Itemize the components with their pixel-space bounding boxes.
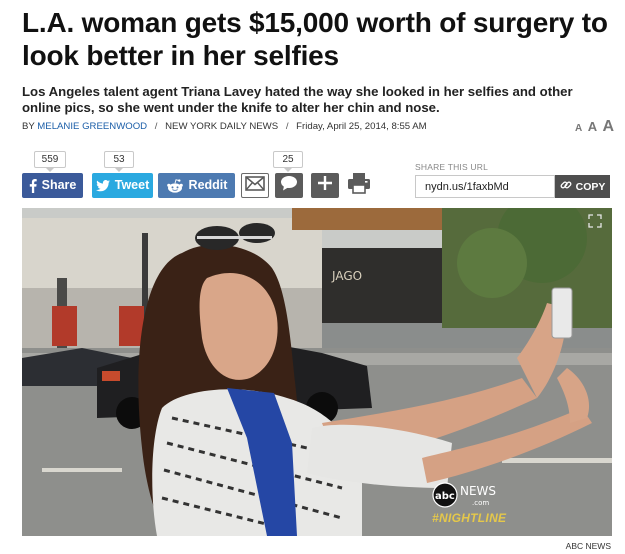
byline: BY MELANIE GREENWOOD / NEW YORK DAILY NE… <box>22 121 427 132</box>
video-frame-illustration: JAGO <box>22 208 612 536</box>
byline-separator: / <box>154 121 158 132</box>
text-size-large[interactable]: A <box>603 118 615 136</box>
twitter-tweet-button[interactable]: Tweet <box>92 173 153 198</box>
twitter-tweet-label: Tweet <box>114 178 150 192</box>
article-summary: Los Angeles talent agent Triana Lavey ha… <box>22 84 573 115</box>
photo-credit: ABC NEWS <box>565 541 611 551</box>
copy-url-label: COPY <box>575 180 606 193</box>
email-share-button[interactable] <box>241 173 269 198</box>
print-icon <box>347 172 371 199</box>
facebook-share-button[interactable]: Share <box>22 173 83 198</box>
link-icon <box>560 179 572 194</box>
reddit-icon <box>166 178 184 193</box>
article-video-player[interactable]: JAGO abc NEWS .com #NIGHTLINE <box>22 208 612 536</box>
expand-icon[interactable] <box>588 214 602 228</box>
reddit-share-label: Reddit <box>188 178 228 192</box>
storefront-sign: JAGO <box>331 269 362 283</box>
reddit-share-button[interactable]: Reddit <box>158 173 235 198</box>
abc-logo-text: abc <box>435 491 455 502</box>
twitter-share-count: 53 <box>104 151 134 172</box>
abc-news-logo: abc NEWS .com <box>432 482 502 508</box>
facebook-icon <box>29 178 37 193</box>
text-size-controls: A A A <box>574 118 614 136</box>
text-size-medium[interactable]: A <box>588 119 597 134</box>
news-domain-text: .com <box>472 499 489 507</box>
publish-date: Friday, April 25, 2014, 8:55 AM <box>296 121 427 132</box>
copy-url-button[interactable]: COPY <box>555 175 610 198</box>
more-share-button[interactable] <box>311 173 339 198</box>
byline-separator: / <box>285 121 289 132</box>
plus-icon <box>317 175 333 196</box>
comment-button[interactable] <box>275 173 303 198</box>
print-button[interactable] <box>345 173 373 198</box>
author-link[interactable]: MELANIE GREENWOOD <box>37 121 147 132</box>
article-headline: L.A. woman gets $15,000 worth of surgery… <box>22 7 608 71</box>
publication-name: NEW YORK DAILY NEWS <box>165 121 279 132</box>
share-url-label: SHARE THIS URL <box>415 162 489 172</box>
comment-count: 25 <box>273 151 303 172</box>
comment-icon <box>280 175 298 196</box>
facebook-share-label: Share <box>41 178 77 192</box>
byline-prefix: BY <box>22 121 35 132</box>
nightline-tag: #NIGHTLINE <box>432 511 507 525</box>
text-size-small[interactable]: A <box>575 123 582 134</box>
share-url-field[interactable] <box>415 175 555 198</box>
news-logo-text: NEWS <box>460 484 496 498</box>
facebook-share-count: 559 <box>34 151 66 172</box>
twitter-icon <box>95 179 110 192</box>
email-icon <box>245 175 265 196</box>
